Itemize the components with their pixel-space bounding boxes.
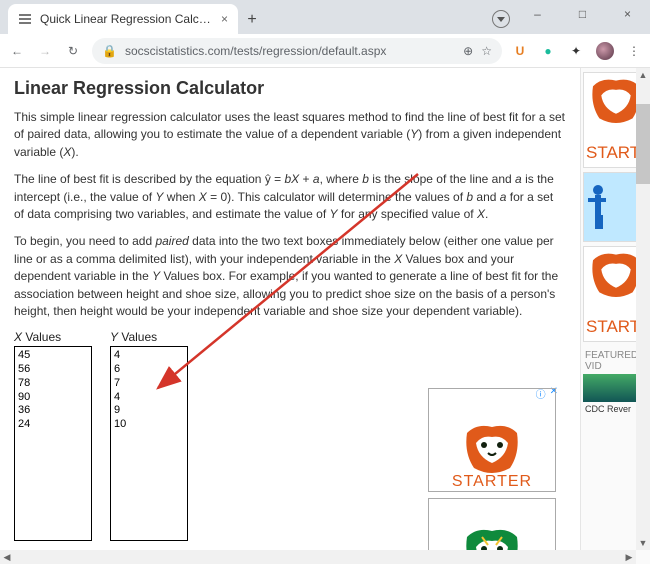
url-box[interactable]: 🔒 socscistatistics.com/tests/regression/…: [92, 38, 502, 64]
scroll-left-icon[interactable]: ◀: [0, 550, 14, 564]
kebab-menu-icon[interactable]: ⋮: [626, 43, 642, 59]
new-tab-button[interactable]: +: [238, 6, 266, 34]
maximize-button[interactable]: □: [560, 0, 605, 28]
browser-tab[interactable]: Quick Linear Regression Calculat ×: [8, 4, 238, 34]
page-title: Linear Regression Calculator: [14, 78, 566, 99]
url-text: socscistatistics.com/tests/regression/de…: [125, 44, 455, 58]
y-values-col: Y Values: [110, 330, 188, 541]
bookmark-star-icon[interactable]: ☆: [481, 44, 492, 58]
y-values-input[interactable]: [110, 346, 188, 541]
tiger-logo-icon: [462, 423, 522, 473]
ad-column: ⓘ ✕ STARTER CREATOR: [428, 388, 558, 564]
extension-u-icon[interactable]: U: [512, 43, 528, 59]
tab-close-icon[interactable]: ×: [221, 12, 228, 26]
instructions-paragraph: To begin, you need to add paired data in…: [14, 233, 566, 320]
scroll-down-icon[interactable]: ▼: [636, 536, 650, 550]
extension-circle-icon[interactable]: ●: [540, 43, 556, 59]
close-window-button[interactable]: ×: [605, 0, 650, 28]
ad-starter-text: STARTER: [452, 473, 532, 491]
x-values-label: X Values: [14, 330, 92, 344]
tab-title: Quick Linear Regression Calculat: [40, 12, 213, 26]
account-indicator-icon[interactable]: [492, 10, 510, 28]
address-bar: ← → ↻ 🔒 socscistatistics.com/tests/regre…: [0, 34, 650, 68]
x-values-input[interactable]: [14, 346, 92, 541]
lock-icon: 🔒: [102, 44, 117, 58]
x-values-col: X Values: [14, 330, 92, 541]
main-content: Linear Regression Calculator This simple…: [0, 68, 580, 564]
back-button[interactable]: ←: [8, 42, 26, 60]
reload-button[interactable]: ↻: [64, 42, 82, 60]
favicon-icon: [18, 12, 32, 26]
profile-avatar-icon[interactable]: [596, 42, 614, 60]
horizontal-scrollbar[interactable]: ◀ ▶: [0, 550, 636, 564]
search-in-page-icon[interactable]: ⊕: [463, 44, 473, 58]
scroll-right-icon[interactable]: ▶: [622, 550, 636, 564]
extensions-puzzle-icon[interactable]: ✦: [568, 43, 584, 59]
content-wrap: Linear Regression Calculator This simple…: [0, 68, 650, 564]
window-controls: – □ ×: [515, 0, 650, 28]
y-values-label: Y Values: [110, 330, 188, 344]
stick-figure-icon: [584, 182, 618, 232]
minimize-button[interactable]: –: [515, 0, 560, 28]
equation-paragraph: The line of best fit is described by the…: [14, 171, 566, 223]
forward-button[interactable]: →: [36, 42, 54, 60]
vertical-scrollbar[interactable]: ▲ ▼: [636, 68, 650, 550]
scroll-up-icon[interactable]: ▲: [636, 68, 650, 82]
ad-starter-card[interactable]: STARTER: [428, 388, 556, 492]
vertical-scroll-thumb[interactable]: [636, 104, 650, 184]
intro-paragraph: This simple linear regression calculator…: [14, 109, 566, 161]
extensions-row: U ● ✦ ⋮: [512, 42, 642, 60]
